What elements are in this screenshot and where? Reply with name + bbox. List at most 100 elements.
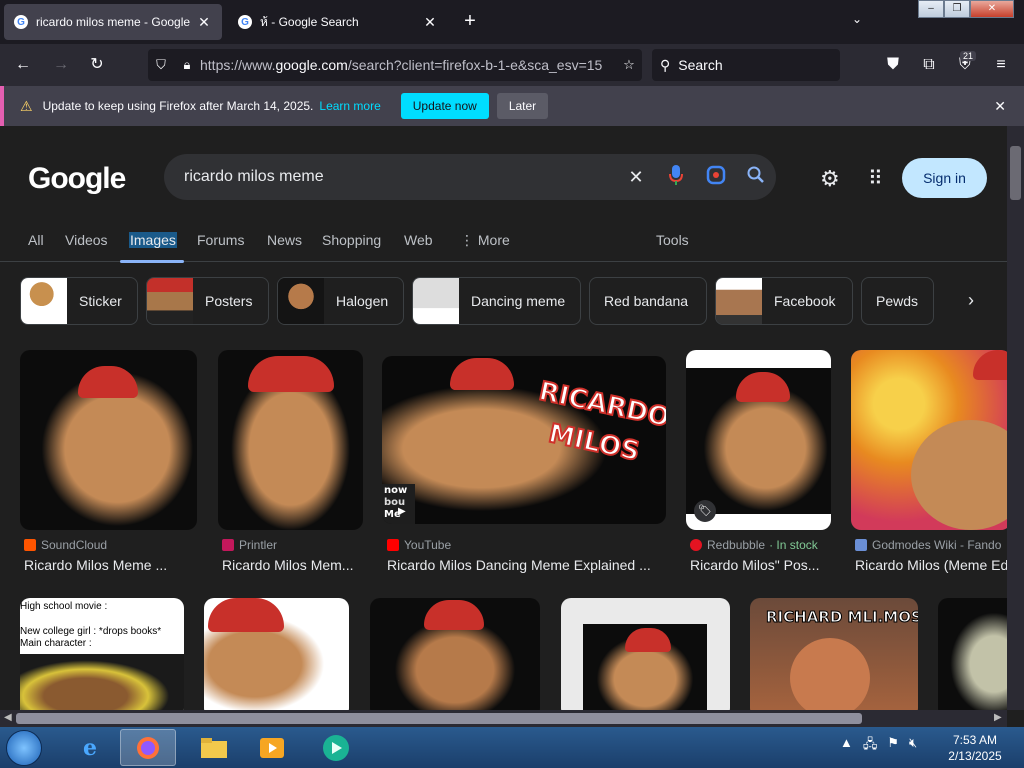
result-image[interactable]: 🏷︎	[686, 350, 831, 530]
firefox-icon[interactable]	[120, 729, 176, 766]
pocket-icon[interactable]: ⛊	[880, 53, 906, 77]
chevron-down-icon[interactable]: ⌄	[846, 12, 868, 32]
close-window-button[interactable]: ✕	[970, 0, 1014, 18]
media-player-icon[interactable]	[244, 729, 300, 766]
tab-more[interactable]: ⋮ More	[460, 232, 510, 249]
soundcloud-icon	[24, 539, 36, 551]
chip-thumbnail	[413, 278, 459, 324]
chip-red-bandana[interactable]: Red bandana	[589, 277, 707, 325]
result-caption[interactable]: Ricardo Milos" Pos...	[690, 557, 830, 573]
google-logo[interactable]: Google	[28, 162, 126, 196]
sign-in-button[interactable]: Sign in	[902, 158, 987, 198]
volume-muted-icon[interactable]: 🔇︎	[909, 735, 917, 757]
new-tab-button[interactable]: +	[458, 10, 482, 34]
chip-sticker[interactable]: Sticker	[20, 277, 138, 325]
close-tab-icon[interactable]: ✕	[196, 14, 212, 31]
scroll-right-icon[interactable]: ▶	[994, 712, 1002, 723]
google-apps-icon[interactable]: ⠿	[868, 166, 883, 191]
result-caption[interactable]: Ricardo Milos (Meme Ed	[855, 557, 1007, 573]
google-search-bar[interactable]: ricardo milos meme ✕	[164, 154, 776, 200]
search-query[interactable]: ricardo milos meme	[184, 168, 616, 186]
tab-ricardo[interactable]: G ricardo milos meme - Google Se ✕	[4, 4, 222, 40]
chip-pewds[interactable]: Pewds	[861, 277, 934, 325]
settings-gear-icon[interactable]: ⚙	[820, 166, 840, 192]
tab-web[interactable]: Web	[404, 232, 433, 248]
extension-badge: 21	[960, 51, 977, 61]
tab-videos[interactable]: Videos	[65, 232, 108, 248]
google-favicon-icon: G	[238, 15, 252, 29]
horizontal-scrollbar[interactable]: ◀ ▶	[0, 710, 1007, 727]
result-image[interactable]	[851, 350, 1007, 530]
result-caption[interactable]: Ricardo Milos Dancing Meme Explained ...	[387, 557, 667, 573]
search-icon[interactable]	[736, 166, 776, 189]
scroll-thumb[interactable]	[1010, 146, 1021, 200]
chip-posters[interactable]: Posters	[146, 277, 269, 325]
lens-icon[interactable]	[696, 165, 736, 190]
price-tag-icon: 🏷︎	[694, 500, 716, 522]
reload-button[interactable]: ↻	[84, 53, 110, 77]
chip-thumbnail	[21, 278, 67, 324]
lock-icon[interactable]: 🔒︎	[174, 57, 200, 73]
result-image[interactable]	[938, 598, 1007, 710]
result-caption[interactable]: Ricardo Milos Mem...	[222, 557, 362, 573]
tab-thai[interactable]: G ห้ - Google Search ✕	[228, 4, 448, 40]
result-image[interactable]	[561, 598, 730, 710]
printler-icon	[222, 539, 234, 551]
scroll-left-icon[interactable]: ◀	[4, 712, 12, 723]
warning-icon: ⚠	[20, 97, 33, 114]
result-image[interactable]: High school movie : New college girl : *…	[20, 598, 184, 710]
tab-tools[interactable]: Tools	[656, 232, 689, 248]
close-tab-icon[interactable]: ✕	[422, 14, 438, 31]
torso-shape	[911, 420, 1007, 530]
chip-halogen[interactable]: Halogen	[277, 277, 404, 325]
chip-facebook[interactable]: Facebook	[715, 277, 853, 325]
close-icon[interactable]: ✕	[994, 98, 1006, 115]
browser-search-box[interactable]: ⚲ Search	[652, 49, 840, 81]
result-image[interactable]	[204, 598, 349, 710]
chevron-right-icon[interactable]: ›	[968, 290, 974, 311]
later-button[interactable]: Later	[496, 93, 549, 119]
forward-button[interactable]: →	[48, 53, 74, 77]
chip-dancing-meme[interactable]: Dancing meme	[412, 277, 581, 325]
microphone-icon[interactable]	[656, 164, 696, 191]
update-now-button[interactable]: Update now	[400, 93, 489, 119]
network-icon[interactable]: 🖧︎	[863, 735, 878, 757]
bandana-shape	[424, 600, 484, 630]
scroll-thumb[interactable]	[16, 713, 862, 724]
bookmark-star-icon[interactable]: ☆	[616, 57, 642, 73]
file-explorer-icon[interactable]	[186, 729, 242, 766]
tab-images[interactable]: Images	[129, 232, 177, 248]
chip-label: Red bandana	[604, 293, 689, 309]
url-bar[interactable]: ⛉ 🔒︎ https://www.google.com/search?clien…	[148, 49, 642, 81]
extensions-icon[interactable]: ⧉	[916, 53, 942, 77]
meme-text-line: Main character :	[20, 638, 92, 649]
result-image[interactable]: RICARDO MILOS now bou Me ▶	[382, 356, 666, 524]
result-image[interactable]	[370, 598, 540, 710]
shield-icon[interactable]: ⛉	[148, 57, 174, 73]
play-icon: ▶	[398, 506, 406, 517]
source-name: Printler	[239, 538, 278, 552]
windows-start-button[interactable]	[6, 730, 42, 766]
learn-more-link[interactable]: Learn more	[319, 99, 380, 113]
flag-icon[interactable]: ⚑	[887, 735, 899, 757]
internet-explorer-icon[interactable]: e	[62, 729, 118, 766]
tab-forums[interactable]: Forums	[197, 232, 244, 248]
minimize-button[interactable]: –	[918, 0, 944, 18]
vertical-scrollbar[interactable]	[1007, 126, 1024, 710]
result-image[interactable]	[20, 350, 197, 530]
result-caption[interactable]: Ricardo Milos Meme ...	[24, 557, 194, 573]
tab-all[interactable]: All	[28, 232, 44, 248]
result-source: SoundCloud	[24, 538, 107, 552]
search-placeholder: Search	[678, 57, 723, 73]
tab-shopping[interactable]: Shopping	[322, 232, 381, 248]
result-image[interactable]: RICHARD MLI.MOS	[750, 598, 918, 710]
menu-icon[interactable]: ≡	[988, 53, 1014, 77]
maximize-button[interactable]: ❐	[944, 0, 970, 18]
clock[interactable]: 7:53 AM 2/13/2025	[940, 732, 1010, 764]
tab-news[interactable]: News	[267, 232, 302, 248]
result-image[interactable]	[218, 350, 363, 530]
back-button[interactable]: ←	[10, 53, 36, 77]
clear-icon[interactable]: ✕	[616, 167, 656, 188]
show-hidden-icons[interactable]: ▲	[840, 735, 853, 757]
app-icon[interactable]	[308, 729, 364, 766]
